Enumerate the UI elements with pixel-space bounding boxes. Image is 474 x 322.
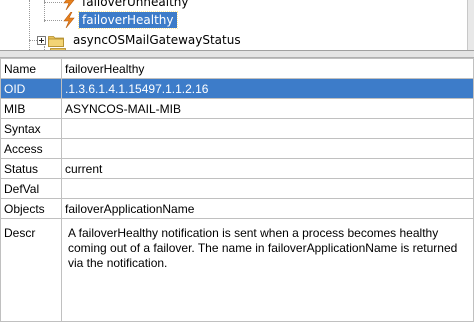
mib-tree[interactable]: failoverUnhealthy failoverHealthy asyncO… — [0, 0, 474, 51]
tree-node-asyncos-mail-gateway-status[interactable]: asyncOSMailGatewayStatus — [48, 31, 244, 49]
tree-connector — [44, 2, 62, 3]
tree-scrollbar[interactable] — [467, 0, 474, 50]
tree-node-failover-unhealthy[interactable]: failoverUnhealthy — [62, 0, 191, 11]
tree-node-label: failoverHealthy — [78, 11, 178, 29]
table-row[interactable]: Access — [0, 138, 474, 159]
notification-icon — [63, 12, 75, 28]
expand-toggle-icon[interactable] — [37, 36, 46, 45]
property-value: .1.3.6.1.4.1.15497.1.1.2.16 — [61, 78, 474, 99]
panel-splitter[interactable] — [0, 51, 474, 58]
table-row[interactable]: Objects failoverApplicationName — [0, 198, 474, 219]
property-key: Objects — [0, 198, 62, 219]
table-row[interactable]: Status current — [0, 158, 474, 179]
tree-node-label: failoverUnhealthy — [82, 0, 189, 9]
table-row[interactable]: Descr A failoverHealthy notification is … — [0, 218, 474, 322]
property-key: MIB — [0, 98, 62, 119]
tree-node-label: asyncOSMailGatewayStatus — [73, 33, 241, 47]
property-value — [61, 138, 474, 159]
table-row[interactable]: Name failoverHealthy — [0, 58, 474, 79]
property-value-description: A failoverHealthy notification is sent w… — [61, 218, 474, 322]
folder-icon — [48, 35, 64, 47]
tree-node-failover-healthy[interactable]: failoverHealthy — [62, 11, 178, 29]
tree-connector — [29, 0, 30, 50]
table-row[interactable]: Syntax — [0, 118, 474, 139]
property-value — [61, 118, 474, 139]
property-value: failoverHealthy — [61, 58, 474, 79]
property-value: ASYNCOS-MAIL-MIB — [61, 98, 474, 119]
property-key: Status — [0, 158, 62, 179]
property-key: Descr — [0, 218, 62, 322]
table-row[interactable]: OID .1.3.6.1.4.1.15497.1.1.2.16 — [0, 78, 474, 99]
tree-connector — [44, 20, 62, 21]
property-key: Access — [0, 138, 62, 159]
property-value: current — [61, 158, 474, 179]
property-table: Name failoverHealthy OID .1.3.6.1.4.1.15… — [0, 58, 474, 322]
notification-icon — [63, 0, 75, 10]
tree-connector — [44, 0, 45, 22]
table-row[interactable]: DefVal — [0, 178, 474, 199]
property-key: DefVal — [0, 178, 62, 199]
property-key: Name — [0, 58, 62, 79]
property-value: failoverApplicationName — [61, 198, 474, 219]
tree-connector — [29, 40, 37, 41]
property-value — [61, 178, 474, 199]
table-row[interactable]: MIB ASYNCOS-MAIL-MIB — [0, 98, 474, 119]
property-key: OID — [0, 78, 62, 99]
property-key: Syntax — [0, 118, 62, 139]
